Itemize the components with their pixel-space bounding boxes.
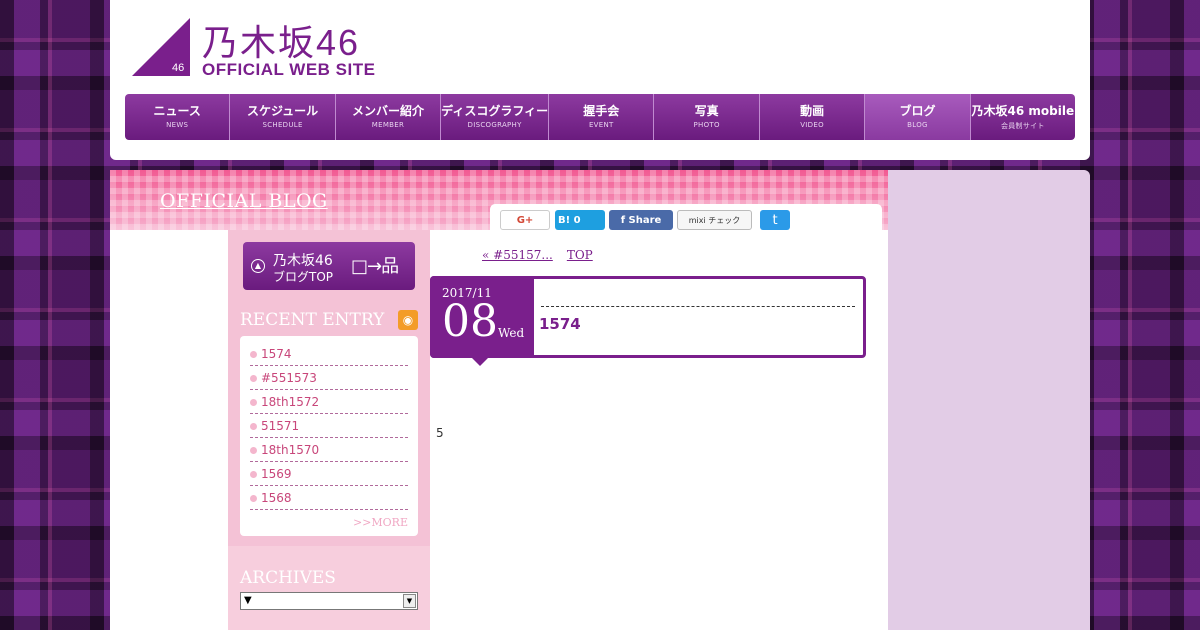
recent-entry-item[interactable]: 1574 <box>250 342 408 366</box>
dropdown-arrow-icon: ▼ <box>403 594 416 608</box>
nav-item-discography[interactable]: ディスコグラフィー DISCOGRAPHY <box>441 94 550 140</box>
nav-label: ブログ <box>899 104 936 118</box>
nav-label: 写真 <box>694 104 719 118</box>
nav-sublabel: EVENT <box>588 121 614 129</box>
recent-entry-item[interactable]: 18th1570 <box>250 438 408 462</box>
blog-sidebar: ▲ 乃木坂46 ブログTOP □→品 RECENT ENTRY ◉ 1574 #… <box>228 230 430 630</box>
entry-day: 08 <box>442 296 498 347</box>
nav-label: メンバー紹介 <box>351 104 424 118</box>
blog-top-button[interactable]: ▲ 乃木坂46 ブログTOP □→品 <box>243 242 415 290</box>
nav-item-news[interactable]: ニュース NEWS <box>125 94 231 140</box>
blog-top-label-2: ブログTOP <box>273 270 334 284</box>
entry-header: 2017/11 08 Wed 1574 <box>430 276 866 366</box>
archives-section: ARCHIVES ▼ ▼ <box>228 546 430 630</box>
recent-entry-list: 1574 #551573 18th1572 51571 18th1570 156… <box>240 336 418 536</box>
nav-item-photo[interactable]: 写真 PHOTO <box>654 94 760 140</box>
recent-more-link[interactable]: >>MORE <box>250 510 408 529</box>
rss-icon[interactable]: ◉ <box>398 310 418 330</box>
right-column <box>888 170 1090 630</box>
site-logo[interactable]: 46 乃木坂46 OFFICIAL WEB SITE <box>132 18 392 80</box>
global-nav: ニュース NEWS スケジュール SCHEDULE メンバー紹介 MEMBER ディス… <box>125 94 1075 140</box>
share-bar: G+ B! 0 f Share mixi チェック t <box>490 204 882 234</box>
logo-english: OFFICIAL WEB SITE <box>202 60 376 79</box>
site-header: 46 乃木坂46 OFFICIAL WEB SITE ニュース NEWS スケジュ… <box>110 0 1090 160</box>
entry-body-text: 5 <box>436 426 444 440</box>
entry-weekday: Wed <box>498 326 525 340</box>
recent-entry-title: RECENT ENTRY <box>240 310 385 330</box>
blog-main: OFFICIAL BLOG G+ B! 0 f Share mixi チェック … <box>110 170 888 630</box>
nav-item-video[interactable]: 動画 VIDEO <box>760 94 866 140</box>
nav-sublabel: DISCOGRAPHY <box>467 121 522 129</box>
nav-sublabel: SCHEDULE <box>262 121 303 129</box>
nav-sublabel: VIDEO <box>800 121 824 129</box>
recent-entry-item[interactable]: 51571 <box>250 414 408 438</box>
logo-mark-number: 46 <box>172 62 185 74</box>
chevron-up-icon: ▲ <box>251 259 265 273</box>
nav-sublabel: NEWS <box>166 121 189 129</box>
mixi-check-button[interactable]: mixi チェック <box>677 210 752 230</box>
nav-sublabel: BLOG <box>907 121 928 129</box>
blog-top-label-1: 乃木坂46 <box>273 253 333 269</box>
entry-date-badge: 2017/11 08 Wed <box>430 276 534 366</box>
entry-pager: « #55157... TOP <box>482 248 593 262</box>
archives-selected-value: ▼ <box>244 595 252 606</box>
gplus-button[interactable]: G+ <box>500 210 550 230</box>
blog-title[interactable]: OFFICIAL BLOG <box>160 190 328 212</box>
archives-select[interactable]: ▼ ▼ <box>240 592 418 610</box>
recent-entry-item[interactable]: 18th1572 <box>250 390 408 414</box>
nav-item-member[interactable]: メンバー紹介 MEMBER <box>336 94 442 140</box>
hatena-bookmark-button[interactable]: B! 0 <box>555 210 605 230</box>
recent-entry-item[interactable]: #551573 <box>250 366 408 390</box>
facebook-share-button[interactable]: f Share <box>609 210 673 230</box>
recent-entry-item[interactable]: 1568 <box>250 486 408 510</box>
twitter-button[interactable]: t <box>760 210 790 230</box>
nav-label: ニュース <box>153 104 201 118</box>
nav-sublabel: 会員制サイト <box>1000 122 1045 130</box>
nav-label: スケジュール <box>247 104 319 118</box>
logo-japanese: 乃木坂46 <box>202 22 361 63</box>
nav-item-mobile[interactable]: 乃木坂46 mobile 会員制サイト <box>971 94 1075 140</box>
nav-label: 動画 <box>800 104 825 118</box>
entry-divider <box>541 306 855 307</box>
nav-item-blog[interactable]: ブログ BLOG <box>865 94 971 140</box>
nav-item-schedule[interactable]: スケジュール SCHEDULE <box>230 94 336 140</box>
nav-item-event[interactable]: 握手会 EVENT <box>549 94 655 140</box>
nav-sublabel: PHOTO <box>693 121 720 129</box>
nav-label: 握手会 <box>583 104 620 118</box>
entry-title[interactable]: 1574 <box>539 315 581 333</box>
nav-sublabel: MEMBER <box>371 121 405 129</box>
archives-title: ARCHIVES <box>240 568 336 588</box>
blog-top-link[interactable]: TOP <box>567 248 593 262</box>
recent-entry-item[interactable]: 1569 <box>250 462 408 486</box>
sitemap-icon: □→品 <box>351 256 399 277</box>
nav-label: 乃木坂46 mobile <box>971 104 1075 118</box>
prev-entry-link[interactable]: « #55157... <box>482 248 553 262</box>
nav-label: ディスコグラフィー <box>441 104 549 118</box>
